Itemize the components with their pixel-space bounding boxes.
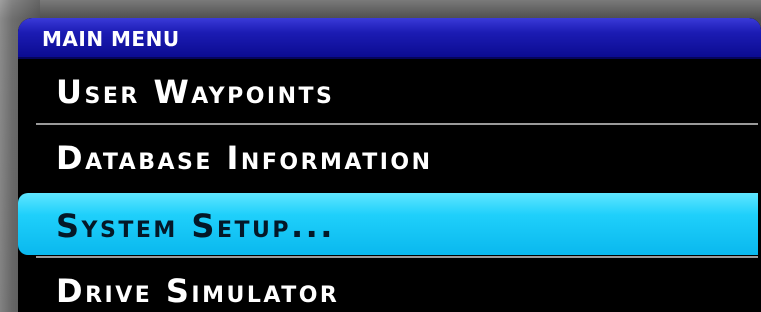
menu-title: MAIN MENU (42, 27, 180, 51)
display-screen: MAIN MENU User Waypoints Database Inform… (18, 18, 761, 312)
menu-list: User Waypoints Database Information Syst… (18, 59, 761, 312)
device-bezel: MAIN MENU User Waypoints Database Inform… (0, 0, 761, 312)
menu-item-label: User Waypoints (56, 73, 335, 111)
menu-item-label: Drive Simulator (56, 272, 340, 310)
menu-item-label: Database Information (56, 139, 433, 177)
menu-item-label: System Setup... (56, 207, 335, 245)
menu-item-system-setup[interactable]: System Setup... (18, 193, 758, 255)
menu-item-database-information[interactable]: Database Information (18, 125, 758, 187)
menu-item-drive-simulator[interactable]: Drive Simulator (18, 258, 758, 312)
menu-item-user-waypoints[interactable]: User Waypoints (18, 59, 758, 121)
menu-title-bar: MAIN MENU (18, 18, 761, 59)
